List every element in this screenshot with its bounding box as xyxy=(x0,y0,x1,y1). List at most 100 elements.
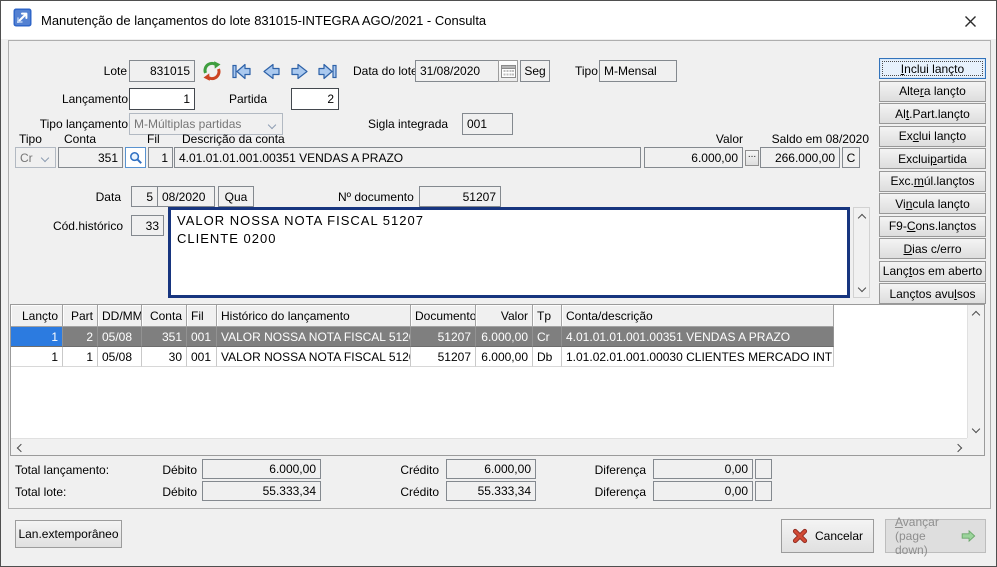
cancelar-button[interactable]: Cancelar xyxy=(781,519,874,553)
grid-column-header-7[interactable]: Valor xyxy=(476,305,533,327)
scroll-up-button[interactable] xyxy=(968,307,983,322)
grid-cell[interactable]: 351 xyxy=(142,327,187,347)
conta-tipo-label: Tipo xyxy=(19,132,42,146)
side-button-alt-part-lan-to[interactable]: Alt.Part.lançto xyxy=(879,103,986,124)
lancamento-field[interactable]: 1 xyxy=(129,88,195,110)
combo-arrow-icon xyxy=(268,121,276,129)
partida-label: Partida xyxy=(229,92,267,106)
partida-field[interactable]: 2 xyxy=(291,88,339,110)
side-button-exc-m-l-lan-tos[interactable]: Exc.múl.lançtos xyxy=(879,171,986,192)
total-lancamento-label: Total lançamento: xyxy=(15,463,109,477)
grid-cell[interactable]: 2 xyxy=(63,327,98,347)
close-button[interactable] xyxy=(956,8,984,34)
combo-arrow-icon xyxy=(41,154,49,162)
scroll-down-icon xyxy=(857,283,865,291)
grid-hscrollbar[interactable] xyxy=(11,438,967,455)
calendar-icon xyxy=(501,64,516,78)
side-button-dias-c-erro[interactable]: Dias c/erro xyxy=(879,238,986,259)
grid-cell[interactable]: 6.000,00 xyxy=(476,327,533,347)
grid-column-header-3[interactable]: Conta xyxy=(142,305,187,327)
conta-lookup-button[interactable] xyxy=(125,147,146,168)
documento-label: Nº documento xyxy=(338,190,414,204)
grid-cell[interactable]: 1 xyxy=(11,347,63,367)
grid-cell[interactable]: VALOR NOSSA NOTA FISCAL 51207 xyxy=(217,327,411,347)
side-button-lan-tos-avulsos[interactable]: Lançtos avulsos xyxy=(879,283,986,304)
avancar-button: Avançar (page down) xyxy=(885,519,986,553)
grid-column-header-2[interactable]: DD/MM xyxy=(98,305,142,327)
total-lote-debito: 55.333,34 xyxy=(202,481,321,501)
calendar-button[interactable] xyxy=(498,60,518,82)
conta-fil-field: 1 xyxy=(148,147,173,168)
grid-header: LançtoPartDD/MMContaFilHistórico do lanç… xyxy=(11,305,834,327)
side-button-vincula-lan-to[interactable]: Vincula lançto xyxy=(879,193,986,214)
data-do-lote-field: 31/08/2020 xyxy=(415,60,499,82)
scroll-down-button[interactable] xyxy=(854,280,869,295)
grid-cell[interactable]: Cr xyxy=(533,327,562,347)
refresh-button[interactable] xyxy=(200,59,224,83)
grid-cell[interactable]: 001 xyxy=(187,327,217,347)
scroll-right-button[interactable] xyxy=(950,440,965,455)
grid-column-header-6[interactable]: Documento xyxy=(411,305,476,327)
nav-first-button[interactable] xyxy=(229,61,253,82)
side-button-exclui-partida[interactable]: Exclui partida xyxy=(879,148,986,169)
documento-field: 51207 xyxy=(419,186,501,207)
historico-line: VALOR NOSSA NOTA FISCAL 51207 xyxy=(177,212,841,230)
scroll-down-button[interactable] xyxy=(968,421,983,436)
close-icon xyxy=(963,14,978,29)
side-button-inclui-lan-to[interactable]: Inclui lançto xyxy=(879,58,986,79)
grid-cell[interactable]: 1 xyxy=(11,327,63,347)
grid-vscrollbar[interactable] xyxy=(967,305,984,438)
scroll-left-button[interactable] xyxy=(13,440,28,455)
grid-cell[interactable]: 1 xyxy=(63,347,98,367)
diferenca-dc-box xyxy=(755,459,772,479)
side-button-altera-lan-to[interactable]: Altera lançto xyxy=(879,81,986,102)
scroll-up-icon xyxy=(857,213,865,221)
grid-column-header-0[interactable]: Lançto xyxy=(11,305,63,327)
grid-cell[interactable]: 05/08 xyxy=(98,347,142,367)
credito-label: Crédito xyxy=(389,463,439,477)
grid-cell[interactable]: 30 xyxy=(142,347,187,367)
grid-cell[interactable]: 4.01.01.01.001.00351 VENDAS A PRAZO xyxy=(562,327,834,347)
saldo-dc-field: C xyxy=(842,147,860,168)
cod-historico-label: Cód.histórico xyxy=(31,219,123,233)
grid-column-header-5[interactable]: Histórico do lançamento xyxy=(217,305,411,327)
side-button-lan-tos-em-aberto[interactable]: Lançtos em aberto xyxy=(879,261,986,282)
grid-cell[interactable]: VALOR NOSSA NOTA FISCAL 51207 xyxy=(217,347,411,367)
grid-row-1[interactable]: 1105/0830001VALOR NOSSA NOTA FISCAL 5120… xyxy=(11,347,834,367)
sigla-integrada-label: Sigla integrada xyxy=(368,117,448,131)
grid-cell[interactable]: 51207 xyxy=(411,347,476,367)
grid-row-0[interactable]: 1205/08351001VALOR NOSSA NOTA FISCAL 512… xyxy=(11,327,834,347)
grid-cell[interactable]: 51207 xyxy=(411,327,476,347)
saldo-label: Saldo em 08/2020 xyxy=(739,132,869,146)
refresh-icon xyxy=(201,60,223,82)
debito-label: Débito xyxy=(149,485,197,499)
valor-label: Valor xyxy=(681,132,743,146)
nav-last-button[interactable] xyxy=(316,61,340,82)
data-day-field: 5 xyxy=(131,186,158,207)
valor-more-button[interactable]: ... xyxy=(745,150,759,166)
lancamento-label: Lançamento xyxy=(36,92,128,106)
grid-cell[interactable]: Db xyxy=(533,347,562,367)
scroll-up-button[interactable] xyxy=(854,210,869,225)
grid-cell[interactable]: 6.000,00 xyxy=(476,347,533,367)
diferenca-dc-box xyxy=(755,481,772,501)
grid-column-header-1[interactable]: Part xyxy=(63,305,98,327)
historico-scrollbar[interactable] xyxy=(853,207,870,298)
title-bar: Manutenção de lançamentos do lote 831015… xyxy=(1,1,996,39)
total-lancamento-credito: 6.000,00 xyxy=(446,459,536,479)
cancelar-label: Cancelar xyxy=(815,529,863,543)
side-button-f9-cons-lan-tos[interactable]: F9-Cons.lançtos xyxy=(879,216,986,237)
grid-column-header-4[interactable]: Fil xyxy=(187,305,217,327)
nav-last-icon xyxy=(316,61,340,82)
grid-column-header-9[interactable]: Conta/descrição xyxy=(562,305,834,327)
grid-cell[interactable]: 1.01.02.01.001.00030 CLIENTES MERCADO IN… xyxy=(562,347,834,367)
historico-textarea[interactable]: VALOR NOSSA NOTA FISCAL 51207 CLIENTE 02… xyxy=(168,207,850,298)
nav-next-button[interactable] xyxy=(288,61,312,82)
grid-cell[interactable]: 05/08 xyxy=(98,327,142,347)
grid-column-header-8[interactable]: Tp xyxy=(533,305,562,327)
lan-extemporaneo-button[interactable]: Lan.extemporâneo xyxy=(15,520,122,548)
side-button-exclui-lan-to[interactable]: Exclui lançto xyxy=(879,126,986,147)
nav-prev-button[interactable] xyxy=(259,61,283,82)
conta-label: Conta xyxy=(64,132,96,146)
grid-cell[interactable]: 001 xyxy=(187,347,217,367)
